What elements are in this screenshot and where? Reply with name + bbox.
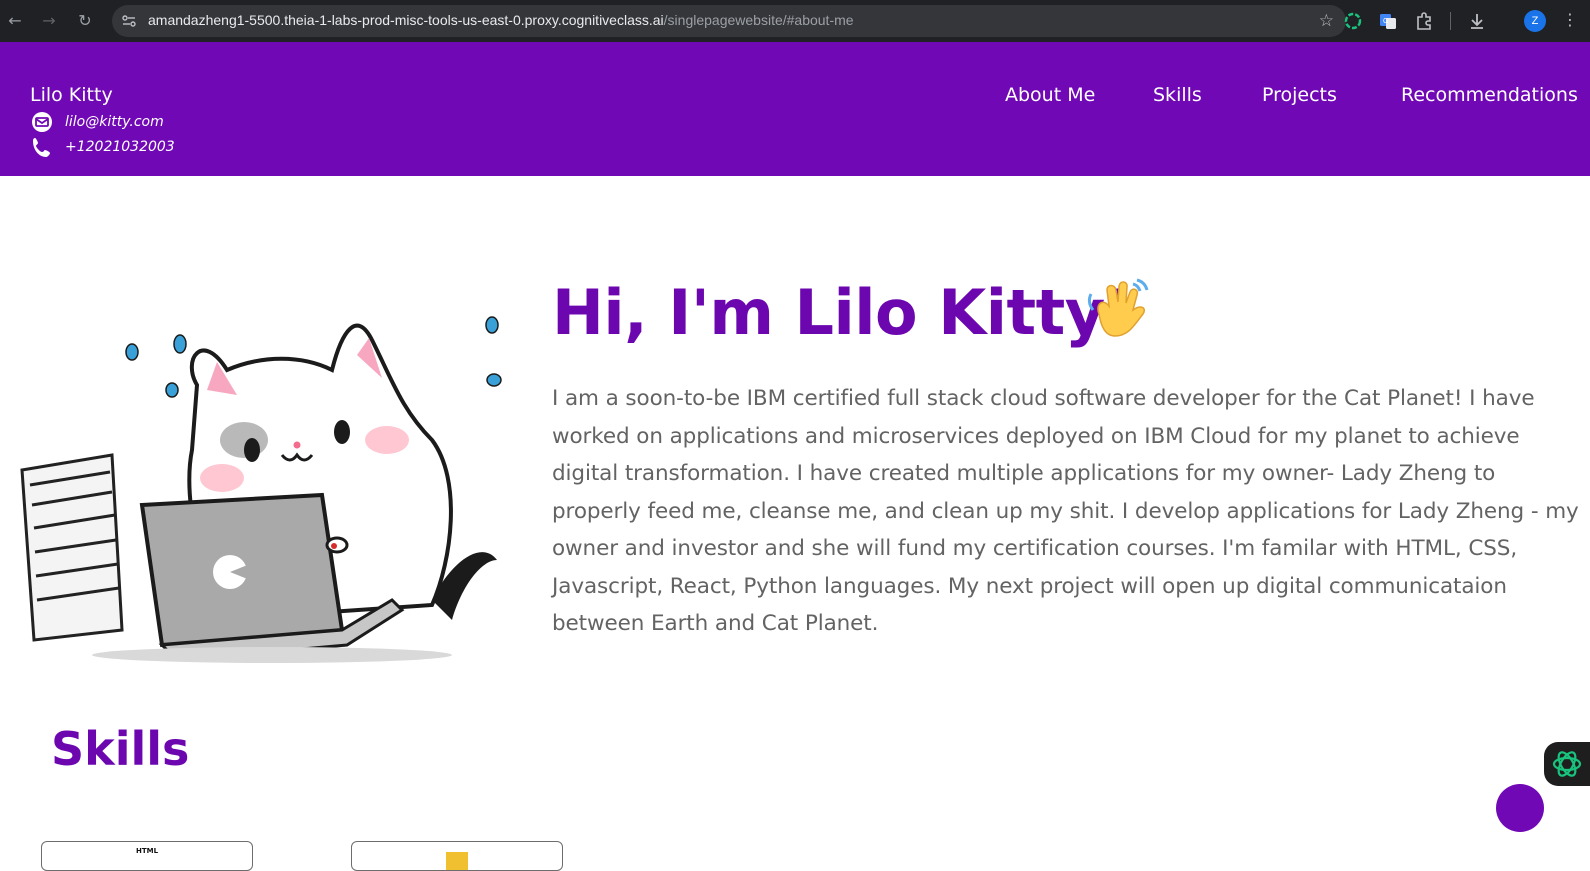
nav-recommendations[interactable]: Recommendations [1401, 84, 1578, 106]
phone-link[interactable]: +12021032003 [65, 139, 175, 155]
skill-card-html[interactable]: HTML [41, 841, 253, 871]
site-header: Lilo Kitty lilo@kitty.com +12021032003 A… [0, 42, 1590, 176]
back-icon[interactable]: ← [5, 11, 25, 31]
chatgpt-extension-icon[interactable] [1343, 11, 1363, 31]
forward-icon[interactable]: → [39, 11, 59, 31]
brand-name: Lilo Kitty [30, 84, 113, 106]
profile-avatar[interactable]: Z [1524, 10, 1546, 32]
floating-action-button[interactable] [1496, 784, 1544, 832]
phone-contact: +12021032003 [30, 136, 175, 158]
skills-title: Skills [51, 722, 190, 776]
address-bar[interactable]: amandazheng1-5500.theia-1-labs-prod-misc… [112, 5, 1346, 37]
url-text: amandazheng1-5500.theia-1-labs-prod-misc… [148, 12, 854, 28]
url-host: amandazheng1-5500.theia-1-labs-prod-misc… [148, 12, 664, 28]
email-link[interactable]: lilo@kitty.com [65, 114, 164, 130]
reload-icon[interactable]: ↻ [75, 11, 95, 31]
hero-title: Hi, I'm Lilo Kitty! [552, 276, 1133, 349]
hero-bio: I am a soon-to-be IBM certified full sta… [552, 386, 1579, 636]
download-icon[interactable] [1467, 11, 1487, 31]
skill-card-javascript[interactable] [351, 841, 563, 871]
phone-icon [33, 138, 50, 157]
nav-projects[interactable]: Projects [1262, 84, 1337, 106]
bookmark-star-icon[interactable]: ☆ [1319, 11, 1334, 31]
ai-assistant-button[interactable] [1544, 742, 1590, 786]
google-translate-icon[interactable]: G [1378, 11, 1398, 31]
skill-card-label: HTML [135, 847, 159, 855]
browser-toolbar: ← → ↻ amandazheng1-5500.theia-1-labs-pro… [0, 0, 1590, 42]
url-path: /singlepagewebsite/#about-me [663, 12, 854, 28]
toolbar-divider [1450, 12, 1451, 30]
site-settings-icon[interactable] [121, 13, 137, 29]
nav-skills[interactable]: Skills [1153, 84, 1202, 106]
extensions-puzzle-icon[interactable] [1414, 11, 1434, 31]
email-icon [32, 112, 52, 132]
cat-with-laptop-illustration [20, 316, 502, 663]
nav-about-me[interactable]: About Me [1005, 84, 1095, 106]
svg-text:G: G [1383, 18, 1388, 25]
email-contact: lilo@kitty.com [30, 111, 164, 133]
waving-hand-icon [1087, 278, 1149, 337]
js-logo-icon [446, 852, 468, 870]
browser-menu-icon[interactable]: ⋮ [1562, 10, 1578, 30]
chatgpt-icon [1552, 751, 1582, 777]
